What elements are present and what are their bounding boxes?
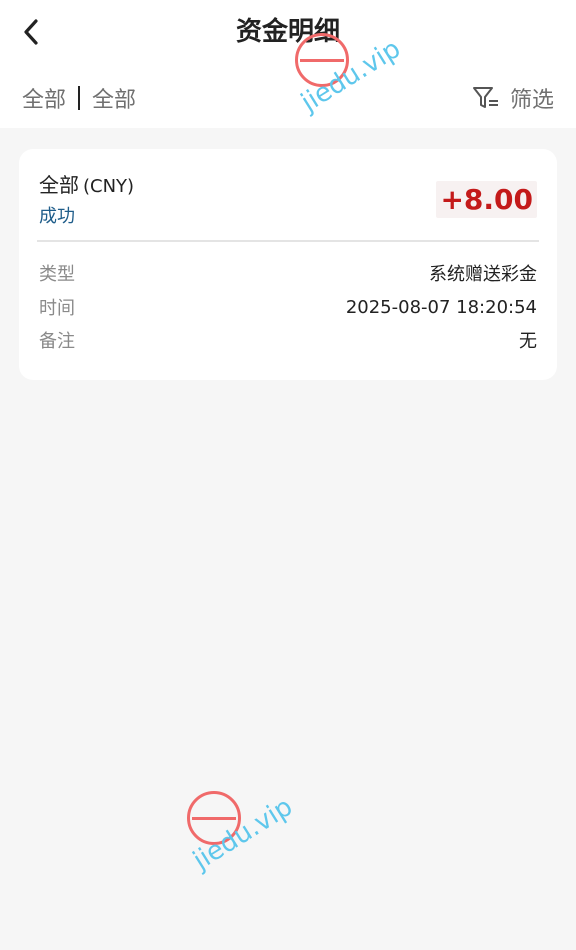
filter-label: 筛选: [509, 88, 554, 113]
header: 资金明细 全部 全部 筛选: [0, 0, 576, 128]
transaction-card[interactable]: 全部 (CNY) 成功 +8.00 类型 系统赠送彩金 时间 2025-08-07…: [19, 149, 557, 380]
page-title: 资金明细: [235, 17, 340, 47]
divider: [37, 240, 539, 242]
watermark-circle-icon: [187, 791, 241, 845]
funnel-icon: [472, 87, 498, 108]
page: 资金明细 全部 全部 筛选 全部 (CNY) 成功 +8.00 类型 系统赠送彩金…: [0, 0, 576, 950]
detail-key: 备注: [39, 331, 75, 352]
status-text: 成功: [39, 206, 75, 227]
detail-value: 2025-08-07 18:20:54: [345, 296, 537, 318]
watermark: jiedu.vip: [186, 790, 326, 890]
detail-key: 时间: [39, 298, 75, 319]
detail-row-time: 时间 2025-08-07 18:20:54: [39, 294, 537, 320]
tab-all-currency[interactable]: 全部: [22, 82, 66, 114]
tab-divider: [78, 86, 81, 110]
tab-all-type[interactable]: 全部: [92, 82, 136, 114]
detail-value: 无: [519, 331, 537, 352]
filter-button[interactable]: 筛选: [472, 80, 554, 116]
watermark-text: jiedu.vip: [188, 791, 298, 876]
detail-value: 系统赠送彩金: [429, 264, 537, 285]
currency-label: (CNY): [83, 176, 135, 197]
account-label: 全部: [39, 173, 79, 197]
filter-tabs: 全部 全部: [22, 80, 136, 116]
amount-value: +8.00: [436, 181, 537, 218]
detail-row-type: 类型 系统赠送彩金: [39, 260, 537, 286]
detail-row-note: 备注 无: [39, 327, 537, 353]
account-name: 全部 (CNY): [39, 169, 134, 198]
detail-key: 类型: [39, 264, 75, 285]
